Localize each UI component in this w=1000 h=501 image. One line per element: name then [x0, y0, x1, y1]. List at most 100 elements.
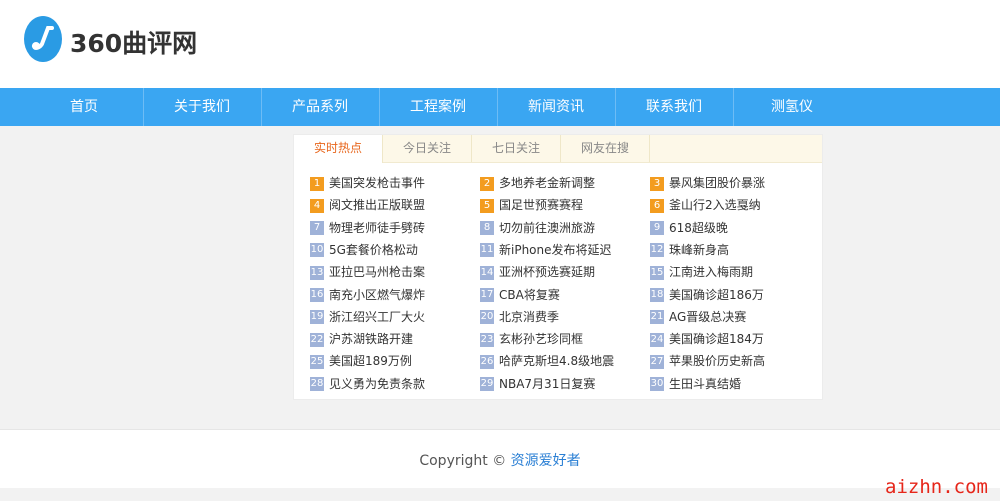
- rank-badge: 11: [480, 243, 494, 258]
- list-item-title[interactable]: 阅文推出正版联盟: [329, 198, 425, 212]
- rank-badge: 30: [650, 377, 664, 392]
- list-item[interactable]: 3 暴风集团股价暴涨: [650, 172, 765, 194]
- rank-badge: 3: [650, 176, 664, 191]
- list-item-title[interactable]: 618超级晚: [669, 221, 728, 235]
- rank-badge: 27: [650, 354, 664, 369]
- list-item[interactable]: 23 玄彬孙艺珍同框: [480, 328, 583, 350]
- list-item[interactable]: 24 美国确诊超184万: [650, 328, 764, 350]
- rank-badge: 6: [650, 198, 664, 213]
- list-item[interactable]: 1 美国突发枪击事件: [310, 172, 425, 194]
- list-item[interactable]: 19 浙江绍兴工厂大火: [310, 306, 425, 328]
- list-item-title[interactable]: 见义勇为免责条款: [329, 377, 425, 391]
- list-item[interactable]: 27 苹果股价历史新高: [650, 350, 765, 372]
- rank-badge: 21: [650, 310, 664, 325]
- list-item-title[interactable]: 新iPhone发布将延迟: [499, 243, 612, 257]
- nav-item-contact[interactable]: 联系我们: [615, 88, 733, 126]
- list-item-title[interactable]: 亚洲杯预选赛延期: [499, 265, 595, 279]
- list-item-title[interactable]: AG晋级总决赛: [669, 310, 746, 324]
- list-item[interactable]: 14 亚洲杯预选赛延期: [480, 261, 595, 283]
- list-item-title[interactable]: 美国突发枪击事件: [329, 176, 425, 190]
- tab-bar: 实时热点 今日关注 七日关注 网友在搜: [294, 135, 822, 163]
- list-item-title[interactable]: 美国确诊超184万: [669, 332, 764, 346]
- list-item[interactable]: 17 CBA将复赛: [480, 284, 560, 306]
- rank-badge: 10: [310, 243, 324, 258]
- rank-badge: 19: [310, 310, 324, 325]
- list-item-title[interactable]: 玄彬孙艺珍同框: [499, 332, 583, 346]
- nav-item-hydrogen-meter[interactable]: 测氢仪: [733, 88, 851, 126]
- list-item-title[interactable]: 多地养老金新调整: [499, 176, 595, 190]
- list-item-title[interactable]: NBA7月31日复赛: [499, 377, 595, 391]
- nav-item-news[interactable]: 新闻资讯: [497, 88, 615, 126]
- list-item-title[interactable]: 美国确诊超186万: [669, 288, 764, 302]
- nav-item-cases[interactable]: 工程案例: [379, 88, 497, 126]
- list-item[interactable]: 13 亚拉巴马州枪击案: [310, 261, 425, 283]
- list-item-title[interactable]: 亚拉巴马州枪击案: [329, 265, 425, 279]
- tab-week-focus[interactable]: 七日关注: [472, 135, 561, 162]
- copyright-link[interactable]: 资源爱好者: [511, 453, 581, 469]
- rank-badge: 23: [480, 332, 494, 347]
- list-item-title[interactable]: 珠峰新身高: [669, 243, 729, 257]
- list-item-title[interactable]: 生田斗真结婚: [669, 377, 741, 391]
- logo-icon[interactable]: [24, 16, 62, 62]
- tab-today-focus[interactable]: 今日关注: [383, 135, 472, 162]
- list-item[interactable]: 8 切勿前往澳洲旅游: [480, 217, 595, 239]
- list-item[interactable]: 5 国足世预赛赛程: [480, 194, 583, 216]
- list-item[interactable]: 2 多地养老金新调整: [480, 172, 595, 194]
- list-item[interactable]: 30 生田斗真结婚: [650, 373, 741, 395]
- list-item-title[interactable]: 沪苏湖铁路开建: [329, 332, 413, 346]
- list-item-title[interactable]: 5G套餐价格松动: [329, 243, 418, 257]
- rank-badge: 2: [480, 176, 494, 191]
- list-item[interactable]: 10 5G套餐价格松动: [310, 239, 418, 261]
- rank-badge: 24: [650, 332, 664, 347]
- list-item-title[interactable]: 江南进入梅雨期: [669, 265, 753, 279]
- list-item-title[interactable]: 北京消费季: [499, 310, 559, 324]
- rank-badge: 18: [650, 288, 664, 302]
- list-item[interactable]: 12 珠峰新身高: [650, 239, 729, 261]
- list-item[interactable]: 11 新iPhone发布将延迟: [480, 239, 612, 261]
- list-item[interactable]: 29 NBA7月31日复赛: [480, 373, 595, 395]
- list-item[interactable]: 9 618超级晚: [650, 217, 728, 239]
- copyright: Copyright © 资源爱好者: [0, 450, 1000, 470]
- list-item[interactable]: 22 沪苏湖铁路开建: [310, 328, 413, 350]
- tab-realtime-hot[interactable]: 实时热点: [294, 135, 383, 163]
- list-item-title[interactable]: 浙江绍兴工厂大火: [329, 310, 425, 324]
- list-item[interactable]: 21 AG晋级总决赛: [650, 306, 746, 328]
- main-nav: 首页 关于我们 产品系列 工程案例 新闻资讯 联系我们 测氢仪: [0, 88, 1000, 126]
- rank-badge: 17: [480, 288, 494, 302]
- logo-text[interactable]: 360曲评网: [70, 24, 197, 60]
- list-item-title[interactable]: 暴风集团股价暴涨: [669, 176, 765, 190]
- list-item[interactable]: 28 见义勇为免责条款: [310, 373, 425, 395]
- list-item[interactable]: 18 美国确诊超186万: [650, 284, 764, 306]
- list-item-title[interactable]: 国足世预赛赛程: [499, 198, 583, 212]
- list-item[interactable]: 20 北京消费季: [480, 306, 559, 328]
- rank-badge: 7: [310, 221, 324, 236]
- nav-item-products[interactable]: 产品系列: [261, 88, 379, 126]
- watermark: aizhn.com: [885, 476, 988, 498]
- rank-badge: 22: [310, 332, 324, 347]
- rank-badge: 26: [480, 354, 494, 369]
- rank-badge: 14: [480, 265, 494, 280]
- list-item[interactable]: 4 阅文推出正版联盟: [310, 194, 425, 216]
- list-item-title[interactable]: 切勿前往澳洲旅游: [499, 221, 595, 235]
- list-item-title[interactable]: CBA将复赛: [499, 288, 560, 302]
- list-item[interactable]: 15 江南进入梅雨期: [650, 261, 753, 283]
- nav-item-home[interactable]: 首页: [25, 88, 143, 126]
- list-item-title[interactable]: 苹果股价历史新高: [669, 354, 765, 368]
- rank-badge: 25: [310, 354, 324, 369]
- tab-user-search[interactable]: 网友在搜: [561, 135, 650, 162]
- rank-badge: 15: [650, 265, 664, 280]
- list-item-title[interactable]: 釜山行2入选戛纳: [669, 198, 761, 212]
- list-item-title[interactable]: 物理老师徒手劈砖: [329, 221, 425, 235]
- list-item-title[interactable]: 美国超189万例: [329, 354, 412, 368]
- list-item[interactable]: 6 釜山行2入选戛纳: [650, 194, 761, 216]
- rank-badge: 13: [310, 265, 324, 280]
- rank-badge: 12: [650, 243, 664, 258]
- list-item[interactable]: 7 物理老师徒手劈砖: [310, 217, 425, 239]
- list-item[interactable]: 26 哈萨克斯坦4.8级地震: [480, 350, 614, 372]
- nav-item-about[interactable]: 关于我们: [143, 88, 261, 126]
- list-item-title[interactable]: 南充小区燃气爆炸: [329, 288, 425, 302]
- header: 360曲评网: [0, 0, 1000, 88]
- list-item-title[interactable]: 哈萨克斯坦4.8级地震: [499, 354, 614, 368]
- list-item[interactable]: 25 美国超189万例: [310, 350, 412, 372]
- list-item[interactable]: 16 南充小区燃气爆炸: [310, 284, 425, 306]
